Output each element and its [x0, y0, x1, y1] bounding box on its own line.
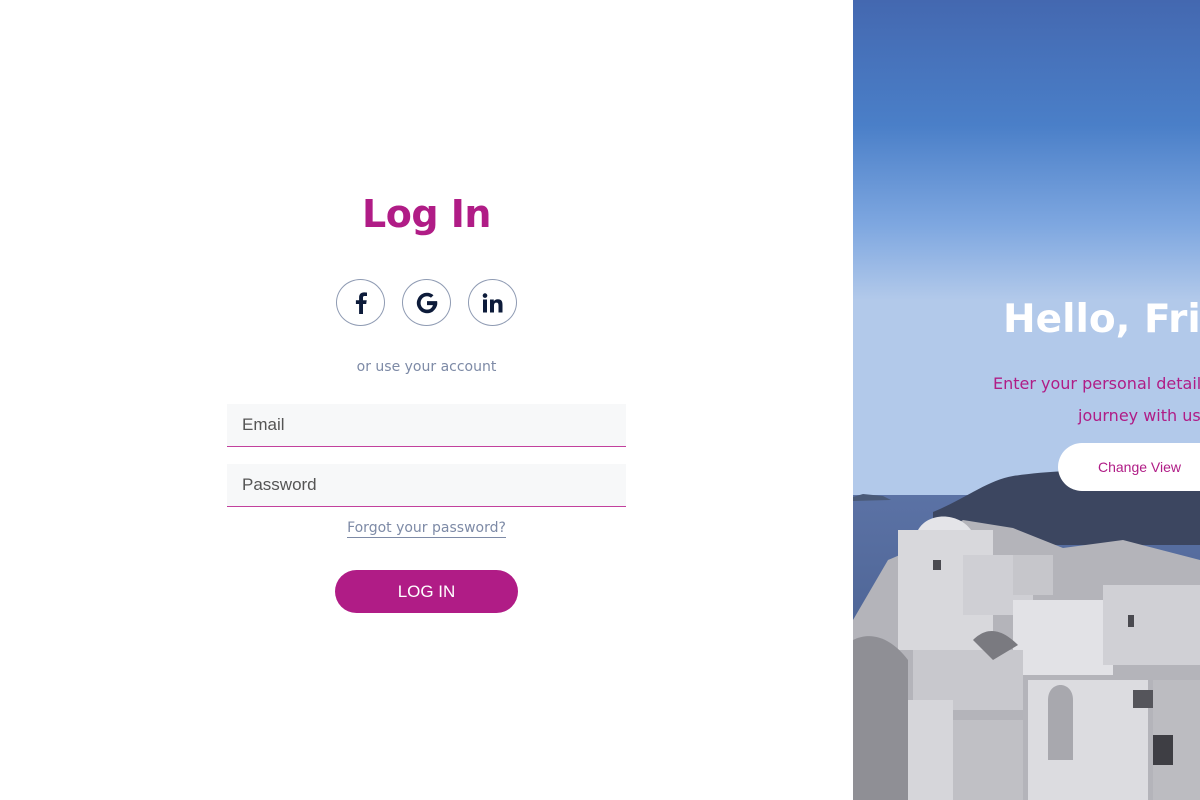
- background-image: [853, 0, 1200, 800]
- email-field[interactable]: [227, 404, 626, 447]
- facebook-icon: [355, 291, 367, 314]
- google-login-button[interactable]: [402, 279, 451, 326]
- social-login-row: [336, 279, 517, 326]
- alt-login-text: or use your account: [356, 359, 497, 375]
- google-icon: [416, 292, 438, 314]
- facebook-login-button[interactable]: [336, 279, 385, 326]
- login-panel: Log In or use your account Email Forgot …: [0, 0, 853, 800]
- overlay-text-line1: Enter your personal details and start: [993, 374, 1200, 393]
- change-view-button[interactable]: Change View: [1058, 443, 1200, 491]
- page-title: Log In: [362, 192, 491, 236]
- overlay-panel: Hello, Friend! Enter your personal detai…: [853, 0, 1200, 800]
- login-button[interactable]: LOG IN: [335, 570, 518, 613]
- forgot-password-row: Forgot your password?: [0, 517, 853, 538]
- overlay-text-line2: journey with us: [1078, 406, 1200, 425]
- password-field[interactable]: [227, 464, 626, 507]
- forgot-password-link[interactable]: Forgot your password?: [347, 520, 506, 538]
- linkedin-login-button[interactable]: [468, 279, 517, 326]
- overlay-title: Hello, Friend!: [1003, 297, 1200, 342]
- linkedin-icon: [482, 292, 504, 313]
